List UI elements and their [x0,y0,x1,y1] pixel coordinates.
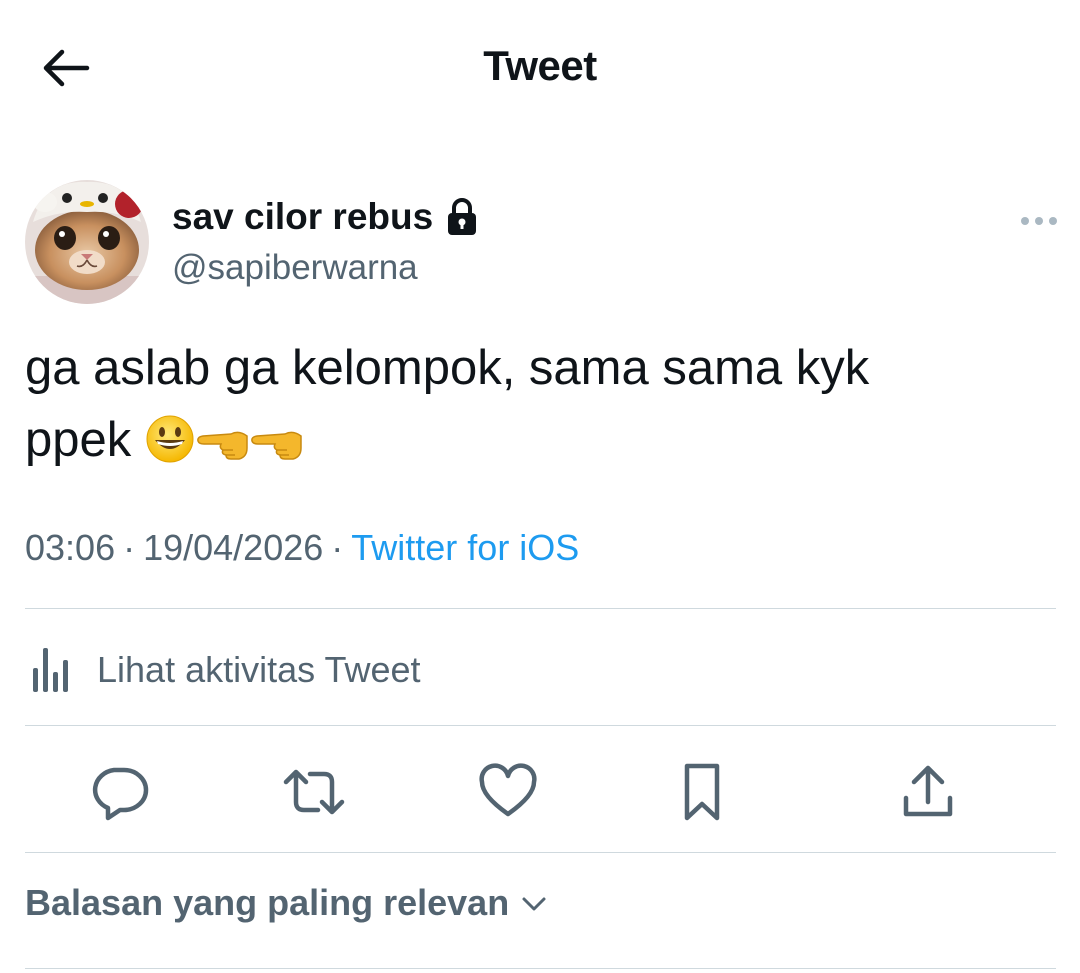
more-dots-icon [1021,217,1057,225]
like-icon [479,763,537,817]
tweet-text: ga aslab ga kelompok, sama sama kyk ppek [25,332,1055,476]
author-display-name[interactable]: sav cilor rebus [172,196,479,238]
tweet-activity-label: Lihat aktivitas Tweet [97,649,421,690]
tweet-source-link[interactable]: Twitter for iOS [351,527,579,568]
tweet-activity-link[interactable]: Lihat aktivitas Tweet [25,640,421,700]
tweet-text-line-1: ga aslab ga kelompok, sama sama kyk [25,341,870,395]
share-button[interactable] [896,760,960,824]
share-icon [903,765,953,817]
backhand-pointing-left-emoji [197,431,248,460]
tweet-time: 03:06 [25,527,116,568]
tweet-text-line-2: ppek [25,404,1055,476]
retweet-icon [283,769,345,815]
tweet-meta: 03:06 · 19/04/2026 · Twitter for iOS [25,527,579,569]
lock-icon [448,198,477,235]
author-username[interactable]: @sapiberwarna [172,248,418,288]
tweet-detail-page: Tweet sav cilor rebus @sapiberwarna ga a… [0,0,1080,973]
tweet-text-line-2-text: ppek [25,413,132,467]
grinning-face-emoji [146,415,194,463]
page-title: Tweet [483,42,597,89]
reply-icon [92,767,149,821]
top-bar: Tweet [0,0,1080,135]
divider [25,968,1056,969]
bookmark-icon [684,763,720,821]
divider [25,608,1056,609]
chevron-down-icon [522,897,546,911]
replies-sort-dropdown[interactable]: Balasan yang paling relevan [25,882,549,924]
divider [25,852,1056,853]
more-options-button[interactable] [1016,204,1062,238]
avatar[interactable] [25,180,149,304]
meta-separator: · [123,527,136,568]
backhand-pointing-left-emoji [251,431,302,460]
bookmark-button[interactable] [670,760,734,824]
author-name-text: sav cilor rebus [172,196,434,237]
meta-separator: · [331,527,344,568]
divider [25,725,1056,726]
cat-in-hat-avatar [25,180,149,304]
replies-sort-label: Balasan yang paling relevan [25,882,510,923]
retweet-button[interactable] [282,760,346,824]
bar-chart-icon [33,648,68,692]
like-button[interactable] [476,760,540,824]
reply-button[interactable] [88,760,152,824]
tweet-date: 19/04/2026 [143,527,324,568]
